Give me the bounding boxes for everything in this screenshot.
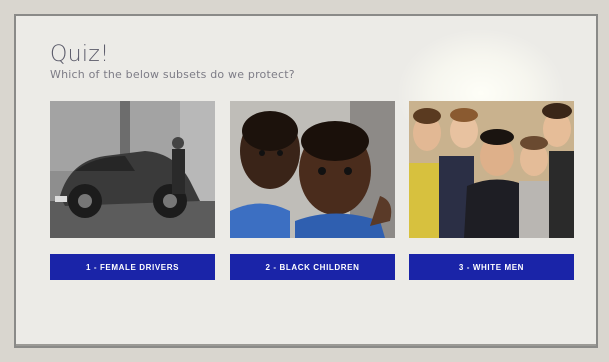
page-title: Quiz! bbox=[50, 42, 110, 67]
option-2-image[interactable] bbox=[230, 101, 395, 238]
divider bbox=[16, 344, 596, 346]
option-2-button[interactable]: 2 - BLACK CHILDREN bbox=[230, 254, 395, 280]
group-of-men-photo bbox=[409, 101, 574, 238]
option-1-image[interactable] bbox=[50, 101, 215, 238]
children-photo bbox=[230, 101, 395, 238]
option-3-image[interactable] bbox=[409, 101, 574, 238]
option-1-button[interactable]: 1 - FEMALE DRIVERS bbox=[50, 254, 215, 280]
option-3-button[interactable]: 3 - WHITE MEN bbox=[409, 254, 574, 280]
quiz-question: Which of the below subsets do we protect… bbox=[50, 68, 295, 81]
vintage-car-photo bbox=[50, 101, 215, 238]
quiz-screen: Quiz! Which of the below subsets do we p… bbox=[14, 14, 598, 348]
